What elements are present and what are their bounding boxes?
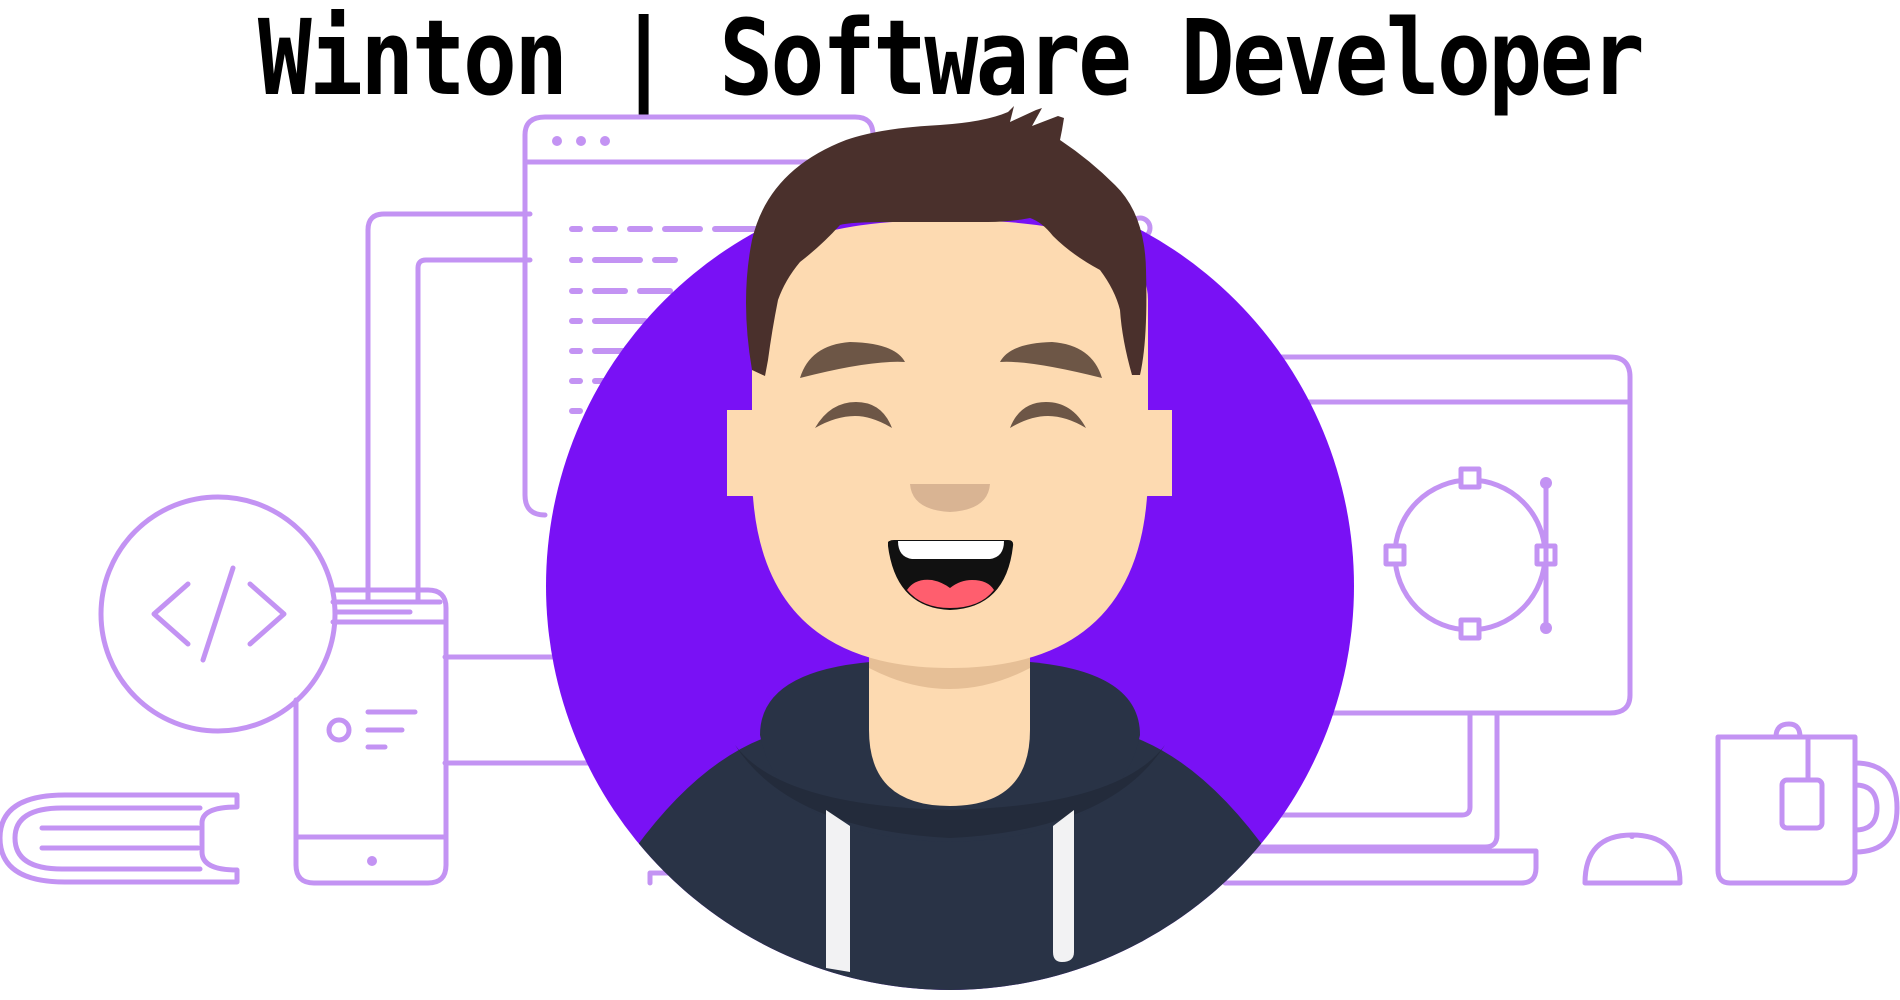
hoodie-string-left bbox=[826, 810, 850, 972]
developer-avatar bbox=[546, 106, 1354, 990]
code-brackets-icon bbox=[98, 494, 338, 734]
developer-illustration bbox=[0, 106, 1900, 990]
books-stack-icon bbox=[0, 792, 240, 885]
teeth bbox=[898, 541, 1004, 559]
coffee-mug-icon bbox=[1715, 721, 1900, 886]
vector-circle-icon bbox=[1383, 466, 1558, 641]
hoodie-string-right bbox=[1053, 810, 1074, 962]
desk-lamp-icon bbox=[1582, 832, 1683, 886]
